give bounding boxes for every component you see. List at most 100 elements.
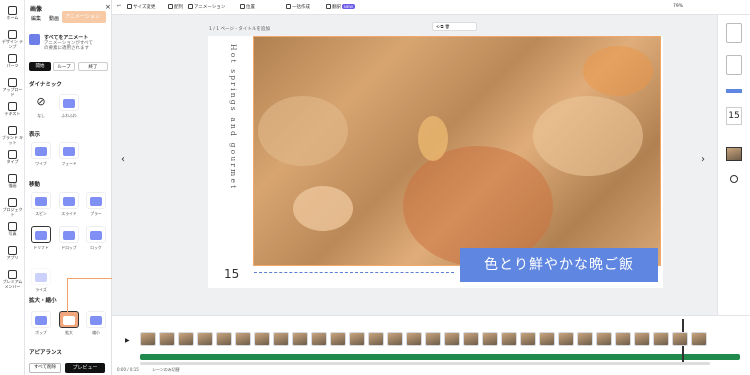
preview-button[interactable]: プレビュー xyxy=(65,363,105,373)
timeline: ▶ 0:00 / 0:15 シーンのみ切替 xyxy=(112,315,750,375)
scene-thumb[interactable] xyxy=(216,332,232,346)
play-icon[interactable]: ▶ xyxy=(125,337,130,344)
rail-item-3[interactable]: アップロード xyxy=(1,78,24,97)
tb-arrange[interactable]: 配列 xyxy=(168,4,183,10)
anim-zoom-out[interactable]: 縮小 xyxy=(85,311,107,336)
delete-all-button[interactable]: すべて削除 xyxy=(29,363,61,373)
scene-thumb[interactable] xyxy=(387,332,403,346)
scene-thumb[interactable] xyxy=(178,332,194,346)
rail-item-0[interactable]: ホーム xyxy=(1,6,24,21)
dashed-line xyxy=(254,272,454,273)
anim-rise[interactable]: ライズ xyxy=(30,268,52,293)
scene-thumb[interactable] xyxy=(634,332,650,346)
left-rail: ホームデザイン テンプパーツアップロードテキストブランド キットタイプ描画プロジ… xyxy=(0,0,25,375)
rail-item-10[interactable]: アプリ xyxy=(1,246,24,261)
animate-all-icon xyxy=(29,34,40,45)
rail-item-label: パーツ xyxy=(6,63,19,68)
rail-item-1[interactable]: デザイン テンプ xyxy=(1,30,24,49)
color-swatch[interactable] xyxy=(726,89,742,93)
right-page-number[interactable]: 15 xyxy=(726,107,742,125)
rail-item-7[interactable]: 描画 xyxy=(1,174,24,189)
close-icon[interactable]: × xyxy=(105,3,111,11)
rail-item-11[interactable]: プレミアム メンバー xyxy=(1,270,24,289)
rail-item-6[interactable]: タイプ xyxy=(1,150,24,165)
scene-thumb[interactable] xyxy=(463,332,479,346)
tb-bulk[interactable]: 一括作成 xyxy=(286,4,310,10)
scene-thumb[interactable] xyxy=(444,332,460,346)
scene-thumb[interactable] xyxy=(330,332,346,346)
animation-panel: 画像 × 編集 動画 アニメーション すべてをアニメート アニメーションがすべて… xyxy=(25,0,112,375)
page-thumb-b[interactable] xyxy=(726,55,742,75)
prev-page-icon[interactable]: ‹ xyxy=(121,154,125,165)
scene-thumb[interactable] xyxy=(406,332,422,346)
rail-item-5[interactable]: ブランド キット xyxy=(1,126,24,145)
segment-exit[interactable]: 終了 xyxy=(78,62,108,71)
segment-loop[interactable]: ループ xyxy=(53,62,75,71)
segment-enter[interactable]: 開始 xyxy=(29,62,51,71)
tab-animation[interactable]: アニメーション xyxy=(62,11,106,23)
scene-thumb[interactable] xyxy=(539,332,555,346)
anim-drift[interactable]: ドリフト xyxy=(30,226,52,251)
scene-thumb[interactable] xyxy=(273,332,289,346)
anim-zoom-in[interactable]: 拡大 xyxy=(58,311,80,336)
section-appearance: アピアランス xyxy=(29,350,62,356)
scene-thumb[interactable] xyxy=(615,332,631,346)
scene-thumb[interactable] xyxy=(653,332,669,346)
right-panel: 15 xyxy=(717,15,750,315)
anim-rock[interactable]: ロック xyxy=(85,226,107,251)
scroll-bar[interactable] xyxy=(140,362,710,365)
settings-icon[interactable] xyxy=(730,175,738,183)
scene-thumb[interactable] xyxy=(482,332,498,346)
section-zoom: 拡大・縮小 xyxy=(29,298,57,304)
scene-thumb[interactable] xyxy=(577,332,593,346)
anim-slide[interactable]: スライド xyxy=(58,192,80,217)
page-thumb-a[interactable] xyxy=(726,23,742,43)
scene-thumb[interactable] xyxy=(425,332,441,346)
tab-edit[interactable]: 編集 xyxy=(31,15,41,22)
scene-thumb[interactable] xyxy=(501,332,517,346)
anim-spin[interactable]: スピン xyxy=(30,192,52,217)
anim-fluffy[interactable]: ふわふわ xyxy=(58,94,80,119)
element-toolbar[interactable]: ⟲ ⧉ 🗑 xyxy=(432,22,477,31)
anim-none[interactable]: ⊘ なし xyxy=(30,94,52,119)
rail-item-4[interactable]: テキスト xyxy=(1,102,24,117)
scene-thumb[interactable] xyxy=(311,332,327,346)
vertical-title[interactable]: Hot springs and gourmet xyxy=(226,44,238,234)
scene-thumb[interactable] xyxy=(159,332,175,346)
scene-thumb[interactable] xyxy=(558,332,574,346)
anim-blur[interactable]: ブラー xyxy=(85,192,107,217)
tb-position[interactable]: 位置 xyxy=(240,4,255,10)
rail-item-9[interactable]: 写真 xyxy=(1,222,24,237)
caption-banner[interactable]: 色とり鮮やかな晩ご飯 xyxy=(460,248,658,282)
scene-thumb[interactable] xyxy=(197,332,213,346)
project-icon xyxy=(8,198,17,207)
scene-thumb[interactable] xyxy=(254,332,270,346)
scene-thumb[interactable] xyxy=(292,332,308,346)
tb-translate[interactable]: 翻訳 xyxy=(326,4,341,10)
next-page-icon[interactable]: › xyxy=(701,154,705,165)
right-photo-thumb[interactable] xyxy=(726,147,742,161)
scene-thumb[interactable] xyxy=(691,332,707,346)
scene-thumb[interactable] xyxy=(672,332,688,346)
anim-fade[interactable]: フェード xyxy=(58,142,80,167)
anim-drop[interactable]: ドロップ xyxy=(58,226,80,251)
anim-pop[interactable]: ポップ xyxy=(30,311,52,336)
scene-thumb[interactable] xyxy=(140,332,156,346)
tb-animation[interactable]: アニメーション xyxy=(188,4,225,10)
scene-thumb[interactable] xyxy=(368,332,384,346)
rail-item-8[interactable]: プロジェクト xyxy=(1,198,24,217)
back-icon[interactable]: ↩ xyxy=(117,4,121,9)
scene-thumb[interactable] xyxy=(235,332,251,346)
animate-all-title[interactable]: すべてをアニメート xyxy=(44,34,88,41)
tab-video[interactable]: 動画 xyxy=(49,15,59,22)
scene-thumb[interactable] xyxy=(349,332,365,346)
scene-thumb[interactable] xyxy=(596,332,612,346)
page-number-text[interactable]: 15 xyxy=(224,267,239,281)
section-move: 移動 xyxy=(29,182,41,188)
zoom-level[interactable]: 79% xyxy=(673,4,683,9)
scene-thumb[interactable] xyxy=(520,332,536,346)
audio-track[interactable] xyxy=(140,354,740,360)
tb-resize[interactable]: サイズ変更 xyxy=(127,4,155,10)
anim-wipe[interactable]: ワイプ xyxy=(30,142,52,167)
rail-item-2[interactable]: パーツ xyxy=(1,54,24,69)
